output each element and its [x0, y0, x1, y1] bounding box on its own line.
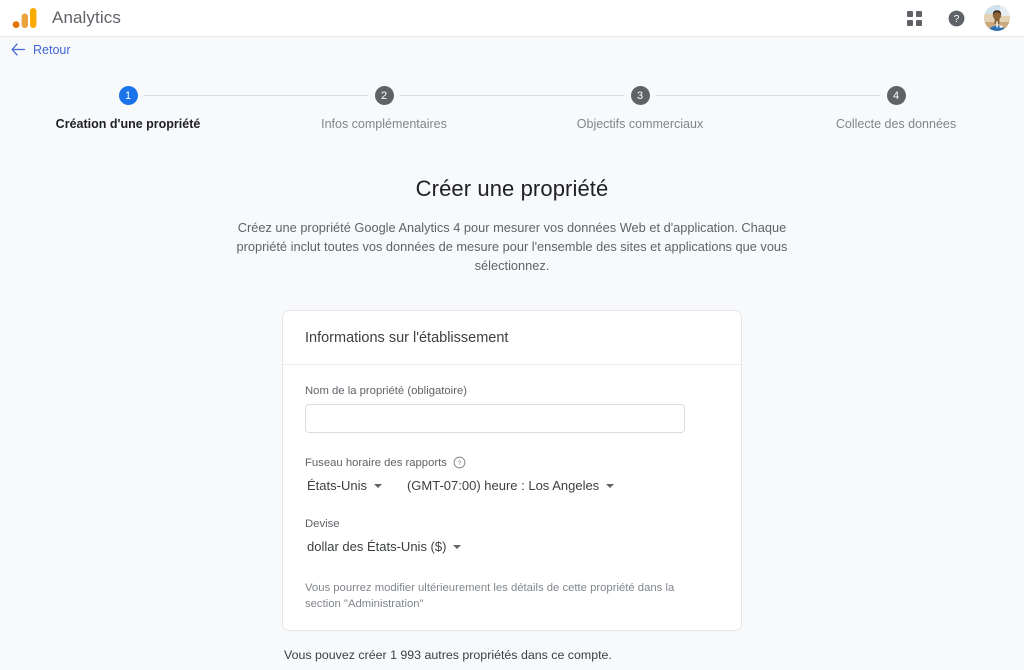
- chevron-down-icon: [373, 483, 382, 488]
- chevron-down-icon: [453, 544, 462, 549]
- stepper-steps: 1 Création d'une propriété 2 Infos compl…: [0, 86, 1024, 131]
- currency-select-row: dollar des États-Unis ($): [305, 537, 719, 556]
- apps-grid-glyph: [906, 10, 922, 26]
- timezone-zone-value: (GMT-07:00) heure : Los Angeles: [406, 478, 600, 493]
- currency-select[interactable]: dollar des États-Unis ($): [305, 537, 463, 556]
- arrow-left-icon: [11, 43, 26, 56]
- step-connector-3: [656, 95, 880, 96]
- step-dot-3: 3: [630, 86, 650, 105]
- step-dot-4: 4: [886, 86, 906, 105]
- timezone-zone-select[interactable]: (GMT-07:00) heure : Los Angeles: [405, 476, 616, 495]
- back-bar: Retour: [0, 37, 1024, 62]
- main-content: Créer une propriété Créez une propriété …: [0, 148, 1024, 670]
- card-footer: Vous pouvez créer 1 993 autres propriété…: [282, 648, 742, 670]
- page-description: Créez une propriété Google Analytics 4 p…: [236, 220, 788, 273]
- card-note: Vous pourrez modifier ultérieurement les…: [305, 582, 675, 610]
- currency-label: Devise: [305, 518, 340, 530]
- timezone-country-select[interactable]: États-Unis: [305, 476, 384, 495]
- back-link[interactable]: Retour: [7, 41, 75, 59]
- timezone-label-row: Fuseau horaire des rapports ?: [305, 456, 719, 469]
- apps-grid-icon[interactable]: [900, 4, 928, 32]
- timezone-label: Fuseau horaire des rapports: [305, 456, 447, 469]
- help-circle-glyph: ?: [948, 10, 964, 26]
- currency-value: dollar des États-Unis ($): [307, 539, 447, 554]
- help-circle-outline-icon[interactable]: ?: [453, 456, 466, 469]
- top-app-bar: Analytics ?: [0, 0, 1024, 37]
- stepper-step-4[interactable]: 4 Collecte des données: [768, 86, 1024, 131]
- avatar[interactable]: [984, 5, 1010, 31]
- step-dot-1: 1: [118, 86, 138, 105]
- stepper-step-2[interactable]: 2 Infos complémentaires: [256, 86, 624, 131]
- svg-text:?: ?: [458, 460, 462, 467]
- step-dot-2: 2: [374, 86, 394, 105]
- timezone-field: Fuseau horaire des rapports ? États-Unis: [305, 456, 719, 495]
- brand-name: Analytics: [52, 8, 121, 27]
- step-label-4: Collecte des données: [835, 117, 957, 131]
- svg-text:?: ?: [953, 14, 959, 25]
- stepper-step-1[interactable]: 1 Création d'une propriété: [0, 86, 368, 131]
- currency-field: Devise dollar des États-Unis ($): [305, 518, 719, 556]
- step-label-3: Objectifs commerciaux: [576, 117, 704, 131]
- back-link-label: Retour: [33, 42, 71, 57]
- timezone-country-value: États-Unis: [307, 478, 367, 493]
- card-body: Nom de la propriété (obligatoire) Fuseau…: [283, 365, 741, 630]
- property-name-input[interactable]: [305, 404, 685, 433]
- avatar-photo: [984, 5, 1010, 31]
- timezone-selects: États-Unis (GMT-07:00) heure : Los Angel…: [305, 476, 719, 495]
- stepper-step-3[interactable]: 3 Objectifs commerciaux: [512, 86, 880, 131]
- property-name-field: Nom de la propriété (obligatoire): [305, 385, 719, 433]
- step-label-1: Création d'une propriété: [55, 117, 201, 131]
- brand: Analytics: [12, 7, 121, 29]
- help-circle-icon[interactable]: ?: [942, 4, 970, 32]
- topbar-actions: ?: [900, 4, 1010, 32]
- stepper: 1 Création d'une propriété 2 Infos compl…: [0, 86, 1024, 148]
- chevron-down-icon: [606, 483, 615, 488]
- step-label-2: Infos complémentaires: [321, 117, 447, 131]
- property-details-card: Informations sur l'établissement Nom de …: [282, 310, 742, 631]
- step-connector-1: [144, 95, 368, 96]
- analytics-logo-icon: [12, 7, 38, 29]
- card-header: Informations sur l'établissement: [283, 311, 741, 365]
- step-connector-2: [400, 95, 624, 96]
- property-name-label: Nom de la propriété (obligatoire): [305, 385, 468, 397]
- quota-text: Vous pouvez créer 1 993 autres propriété…: [284, 648, 612, 662]
- page-title: Créer une propriété: [415, 176, 609, 201]
